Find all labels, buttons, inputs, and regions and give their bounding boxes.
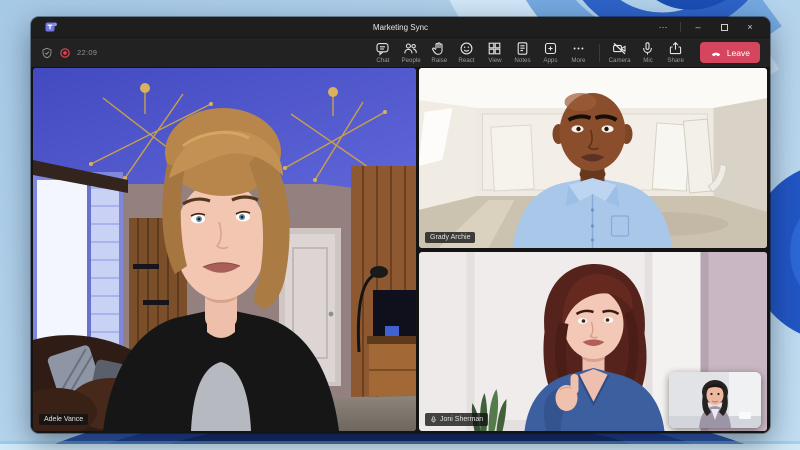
video-tile-adele[interactable]: Adele Vance <box>33 68 416 431</box>
participant-name: Joni Sherman <box>440 416 483 423</box>
chat-button[interactable]: Chat <box>369 41 397 64</box>
grady-avatar-scene <box>419 68 767 248</box>
toolbar-buttons: Chat People Raise <box>369 41 593 64</box>
share-button[interactable]: Share <box>662 41 690 64</box>
camera-off-icon <box>612 41 627 56</box>
grid-view-icon <box>487 41 502 56</box>
people-icon <box>403 41 418 56</box>
meeting-stage: Adele Vance <box>31 67 770 433</box>
teams-logo-icon <box>45 21 57 33</box>
titlebar: Marketing Sync ··· – × <box>31 17 770 37</box>
notes-button[interactable]: Notes <box>509 41 537 64</box>
meeting-timer: 22:09 <box>77 48 97 57</box>
close-button[interactable]: × <box>738 19 762 35</box>
microphone-icon <box>640 41 655 56</box>
meeting-toolbar: 22:09 Chat People <box>31 37 770 67</box>
mic-small-icon <box>430 415 437 424</box>
adele-avatar-scene <box>33 68 416 431</box>
video-tile-joni[interactable]: Joni Sherman <box>419 252 767 431</box>
device-buttons: Camera Mic Share <box>606 41 690 64</box>
window-more-button[interactable]: ··· <box>651 19 675 35</box>
teams-meeting-window: Marketing Sync ··· – × 22:09 <box>31 17 770 433</box>
chat-bubble-icon <box>375 41 390 56</box>
people-button[interactable]: People <box>397 41 425 64</box>
leave-label: Leave <box>727 48 750 58</box>
window-controls-divider <box>680 22 681 32</box>
shield-check-icon <box>41 47 53 59</box>
window-controls: ··· – × <box>651 19 762 35</box>
camera-button[interactable]: Camera <box>606 41 634 64</box>
self-avatar-preview <box>669 372 761 428</box>
maximize-button[interactable] <box>712 19 736 35</box>
minimize-button[interactable]: – <box>686 19 710 35</box>
apps-plus-icon <box>543 41 558 56</box>
meeting-status: 22:09 <box>41 47 97 59</box>
smiley-icon <box>459 41 474 56</box>
participant-name-label: Grady Archie <box>425 232 475 243</box>
record-dot-icon <box>59 47 71 59</box>
share-arrow-icon <box>668 41 683 56</box>
participant-name-label: Adele Vance <box>39 414 88 425</box>
raised-hand-icon <box>431 41 446 56</box>
maximize-icon <box>721 24 728 31</box>
desktop: Marketing Sync ··· – × 22:09 <box>0 0 800 450</box>
participant-name: Grady Archie <box>430 234 470 241</box>
ellipsis-icon <box>571 41 586 56</box>
participant-name: Adele Vance <box>44 416 83 423</box>
react-button[interactable]: React <box>453 41 481 64</box>
hangup-phone-icon <box>710 47 722 59</box>
view-button[interactable]: View <box>481 41 509 64</box>
leave-button[interactable]: Leave <box>700 42 760 63</box>
self-view-tile[interactable] <box>669 372 761 428</box>
participant-name-label: Joni Sherman <box>425 413 488 426</box>
raise-hand-button[interactable]: Raise <box>425 41 453 64</box>
toolbar-divider <box>599 44 600 62</box>
notes-doc-icon <box>515 41 530 56</box>
mic-button[interactable]: Mic <box>634 41 662 64</box>
apps-button[interactable]: Apps <box>537 41 565 64</box>
more-button[interactable]: More <box>565 41 593 64</box>
video-tile-grady[interactable]: Grady Archie <box>419 68 767 248</box>
